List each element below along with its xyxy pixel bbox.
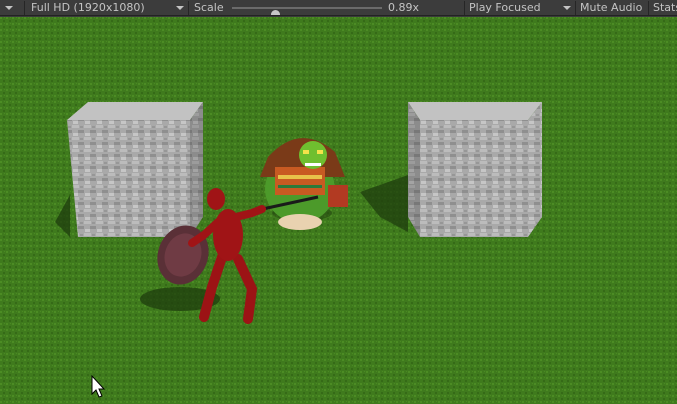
scale-slider-handle[interactable] [271,10,280,15]
stone-cube-right [408,102,542,237]
resolution-dropdown-arrow[interactable] [176,0,184,15]
toolbar-divider [24,1,25,15]
game-view-toolbar: Full HD (1920x1080) Scale 0.89x Play Foc… [0,0,677,16]
mute-audio-toggle[interactable]: Mute Audio [580,0,642,15]
dropdown-arrow-icon [176,6,184,10]
toolbar-divider [575,1,576,15]
stats-toggle[interactable]: Stats [653,0,677,15]
dropdown-arrow-icon [563,6,571,10]
scale-value: 0.89x [388,1,420,14]
play-mode-dropdown-arrow[interactable] [563,0,571,15]
scale-label: Scale [194,1,224,14]
display-dropdown[interactable] [5,0,13,15]
resolution-dropdown[interactable]: Full HD (1920x1080) [31,0,145,15]
resolution-label: Full HD (1920x1080) [31,1,145,14]
play-mode-dropdown[interactable]: Play Focused [469,0,541,15]
scale-slider[interactable] [232,7,382,15]
play-mode-label: Play Focused [469,1,541,14]
dropdown-arrow-icon [5,6,13,10]
toolbar-divider [464,1,465,15]
game-viewport[interactable] [0,17,677,404]
toolbar-divider [188,1,189,15]
toolbar-divider [648,1,649,15]
stone-cube-left [67,102,203,237]
